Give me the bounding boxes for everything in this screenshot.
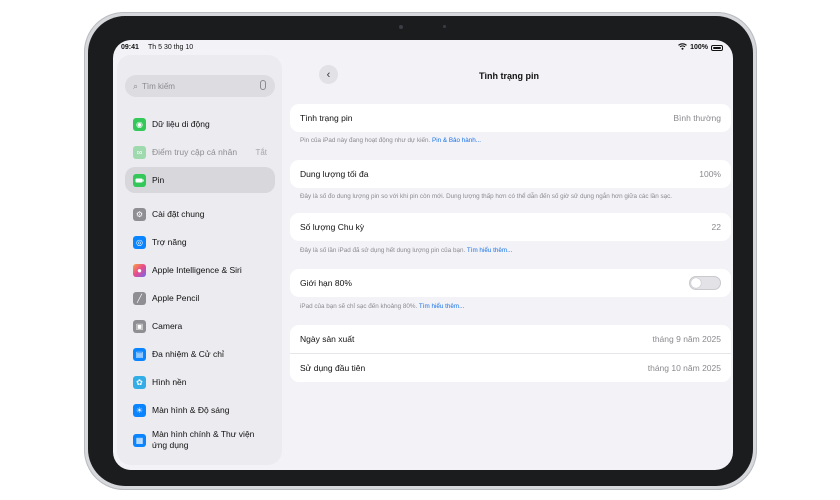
multitasking-icon: ▤ [133,347,146,361]
search-placeholder: Tìm kiếm [142,81,175,91]
limit-80-label: Giới hạn 80% [300,278,352,288]
note-text: iPad của bạn sẽ chỉ sạc đến khoảng 80%. [300,303,418,310]
first-use-row: Sử dụng đầu tiên tháng 10 năm 2025 [290,353,731,382]
sidebar-item-display[interactable]: ☀ Màn hình & Độ sáng [125,397,275,423]
front-camera-icon [399,25,403,29]
cycle-count-note: Đây là số lần iPad đã sử dụng hết dung l… [300,247,512,254]
sidebar: ⌕ Tìm kiếm ◉ Dữ liệu di động ∞ Điểm truy… [117,55,282,465]
siri-icon: ● [133,263,146,277]
note-text: Pin của iPad này đang hoạt động như dự k… [300,137,431,144]
accessibility-icon: ◎ [133,235,146,249]
battery-health-value: Bình thường [673,113,721,123]
status-time: 09:41 [121,44,139,51]
sidebar-item-accessibility[interactable]: ◎ Trợ năng [125,229,275,255]
sidebar-item-label: Pin [152,175,165,185]
home-screen-icon: ▦ [133,433,146,447]
sidebar-item-label: Hình nền [152,377,187,387]
screen: 09:41 Th 5 30 thg 10 100% ⌕ Tìm kiếm ◉ D… [113,40,733,470]
sidebar-item-label: Cài đặt chung [152,209,205,219]
limit-80-card: Giới hạn 80% [290,269,731,297]
first-use-value: tháng 10 năm 2025 [647,363,721,373]
cycle-count-row: Số lượng Chu kỳ 22 [290,213,731,241]
battery-health-row[interactable]: Tình trạng pin Bình thường [290,104,731,132]
limit-80-note: iPad của bạn sẽ chỉ sạc đến khoảng 80%. … [300,303,464,310]
sidebar-item-hotspot[interactable]: ∞ Điểm truy cập cá nhân Tắt [125,139,275,165]
gear-icon: ⚙ [133,207,146,221]
sidebar-item-label: Camera [152,321,183,331]
sidebar-item-apple-intelligence[interactable]: ● Apple Intelligence & Siri [125,257,275,283]
sidebar-item-label: Màn hình chính & Thư viện ứng dụng [152,429,255,450]
cycle-count-card: Số lượng Chu kỳ 22 [290,213,731,241]
sidebar-item-label: Màn hình & Độ sáng [152,405,230,415]
sidebar-item-apple-pencil[interactable]: ╱ Apple Pencil [125,285,275,311]
max-capacity-value: 100% [699,169,721,179]
sidebar-item-home-screen[interactable]: ▦ Màn hình chính & Thư viện ứng dụng [125,425,275,455]
max-capacity-card: Dung lượng tối đa 100% [290,160,731,188]
sidebar-item-label: Apple Pencil [152,293,200,303]
battery-health-card: Tình trạng pin Bình thường [290,104,731,132]
ipad-bezel: 09:41 Th 5 30 thg 10 100% ⌕ Tìm kiếm ◉ D… [88,16,753,486]
sidebar-item-label: Điểm truy cập cá nhân [152,147,238,157]
sidebar-item-battery[interactable]: Pin [125,167,275,193]
sidebar-item-general[interactable]: ⚙ Cài đặt chung [125,201,275,227]
max-capacity-label: Dung lượng tối đa [300,169,369,179]
cellular-icon: ◉ [133,117,146,131]
battery-warranty-link[interactable]: Pin & Bảo hành... [432,137,481,144]
manufacture-date-value: tháng 9 năm 2025 [652,334,721,344]
sidebar-item-cellular[interactable]: ◉ Dữ liệu di động [125,111,275,137]
manufacture-date-label: Ngày sản xuất [300,334,355,344]
camera-icon: ▣ [133,319,146,333]
hotspot-icon: ∞ [133,145,146,159]
wallpaper-icon: ✿ [133,375,146,389]
status-battery-icon [711,44,723,51]
learn-more-link[interactable]: Tìm hiểu thêm... [467,247,513,254]
sidebar-item-label: Dữ liệu di động [152,119,210,129]
battery-icon [133,173,146,187]
sidebar-item-label: Apple Intelligence & Siri [152,265,242,275]
brightness-icon: ☀ [133,403,146,417]
note-text: Đây là số lần iPad đã sử dụng hết dung l… [300,247,466,254]
wifi-icon [678,43,687,52]
sidebar-item-multitasking[interactable]: ▤ Đa nhiệm & Cử chỉ [125,341,275,367]
microphone-icon[interactable] [260,80,266,90]
dates-card: Ngày sản xuất tháng 9 năm 2025 Sử dụng đ… [290,325,731,382]
limit-80-row: Giới hạn 80% [290,269,731,297]
search-field[interactable]: ⌕ Tìm kiếm [125,75,275,97]
limit-80-toggle[interactable] [689,276,721,290]
search-icon: ⌕ [133,80,139,91]
pencil-icon: ╱ [133,291,146,305]
page-title: Tình trạng pin [479,71,539,81]
toggle-knob [691,278,701,288]
cycle-count-label: Số lượng Chu kỳ [300,222,365,232]
sidebar-item-wallpaper[interactable]: ✿ Hình nền [125,369,275,395]
battery-health-label: Tình trạng pin [300,113,353,123]
max-capacity-row: Dung lượng tối đa 100% [290,160,731,188]
max-capacity-note: Đây là số đo dung lượng pin so với khi p… [300,193,673,200]
status-date: Th 5 30 thg 10 [148,44,194,51]
sidebar-item-label: Trợ năng [152,237,187,247]
learn-more-link[interactable]: Tìm hiểu thêm... [419,303,465,310]
sidebar-item-camera[interactable]: ▣ Camera [125,313,275,339]
ipad-frame: 09:41 Th 5 30 thg 10 100% ⌕ Tìm kiếm ◉ D… [84,12,757,490]
battery-percent: 100% [690,44,708,51]
cycle-count-value: 22 [711,222,721,232]
first-use-label: Sử dụng đầu tiên [300,363,366,373]
sidebar-item-label: Đa nhiệm & Cử chỉ [152,349,224,359]
status-bar: 09:41 Th 5 30 thg 10 100% [113,40,733,56]
sensor-icon [443,25,446,28]
battery-health-note: Pin của iPad này đang hoạt động như dự k… [300,137,481,144]
hotspot-status: Tắt [255,147,267,157]
manufacture-date-row: Ngày sản xuất tháng 9 năm 2025 [290,325,731,353]
